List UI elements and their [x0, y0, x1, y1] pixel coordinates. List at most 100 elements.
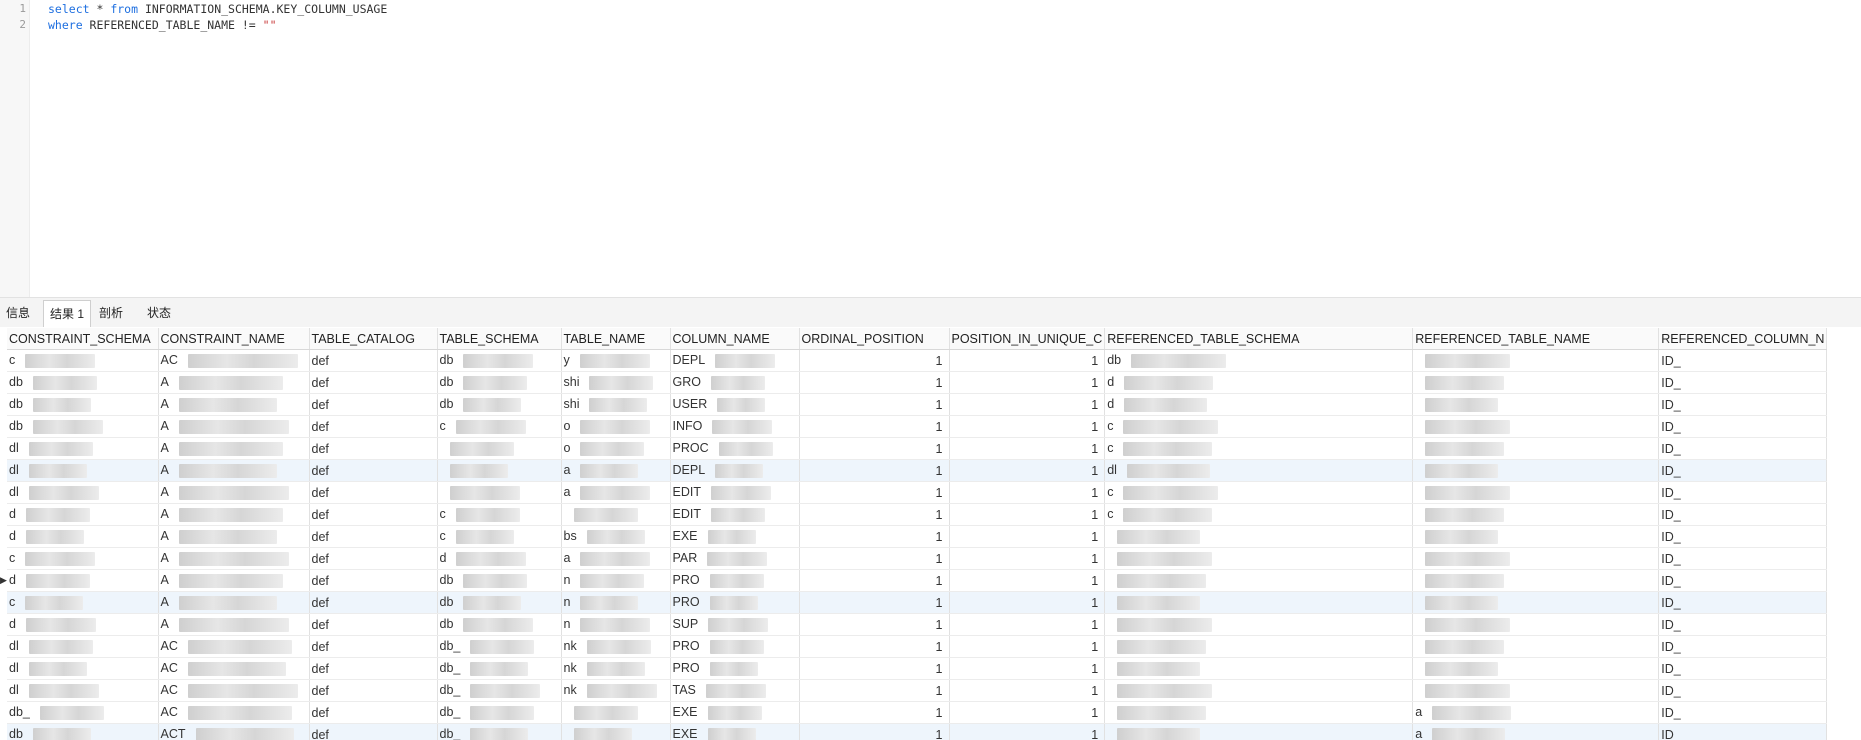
table-cell[interactable]: d: [7, 569, 159, 592]
table-cell[interactable]: [1412, 459, 1660, 482]
table-cell[interactable]: [561, 701, 671, 724]
table-cell[interactable]: A: [158, 371, 310, 394]
table-cell[interactable]: ID_: [1658, 701, 1828, 724]
table-cell[interactable]: db_: [437, 701, 562, 724]
table-cell[interactable]: def: [309, 459, 438, 482]
table-cell[interactable]: PAR: [670, 547, 800, 570]
table-cell[interactable]: [1412, 679, 1660, 702]
table-cell[interactable]: [1104, 569, 1414, 592]
table-cell[interactable]: c: [1104, 481, 1414, 504]
table-cell[interactable]: ID_: [1658, 481, 1828, 504]
table-cell[interactable]: 1: [799, 459, 950, 482]
table-cell[interactable]: dl: [1104, 459, 1414, 482]
table-cell[interactable]: A: [158, 503, 310, 526]
table-cell[interactable]: [1412, 393, 1660, 416]
column-header[interactable]: COLUMN_NAME: [670, 328, 800, 350]
table-cell[interactable]: d: [1104, 371, 1414, 394]
table-cell[interactable]: [1104, 591, 1414, 614]
table-cell[interactable]: db: [7, 371, 159, 394]
table-row[interactable]: c Adef db n PRO 1 1 ID_: [7, 591, 1828, 614]
table-cell[interactable]: def: [309, 657, 438, 680]
table-row[interactable]: db_ AC def db_ EXE 1 1 a ID_: [7, 701, 1828, 724]
table-cell[interactable]: dl: [7, 679, 159, 702]
table-cell[interactable]: c: [7, 547, 159, 570]
table-cell[interactable]: c: [437, 415, 562, 438]
table-cell[interactable]: 1: [799, 635, 950, 658]
table-cell[interactable]: [1104, 635, 1414, 658]
table-row[interactable]: db ACT def db_ EXE 1 1 a ID_: [7, 723, 1828, 740]
table-cell[interactable]: db: [1104, 349, 1414, 372]
column-header[interactable]: TABLE_SCHEMA: [437, 328, 562, 350]
table-cell[interactable]: [1412, 481, 1660, 504]
table-cell[interactable]: def: [309, 679, 438, 702]
table-cell[interactable]: d: [437, 547, 562, 570]
table-cell[interactable]: AC: [158, 635, 310, 658]
table-cell[interactable]: d: [7, 525, 159, 548]
table-cell[interactable]: 1: [799, 503, 950, 526]
table-cell[interactable]: AC: [158, 679, 310, 702]
table-cell[interactable]: 1: [949, 415, 1106, 438]
table-cell[interactable]: def: [309, 547, 438, 570]
table-cell[interactable]: ID_: [1658, 349, 1828, 372]
table-cell[interactable]: A: [158, 547, 310, 570]
table-cell[interactable]: c: [7, 591, 159, 614]
table-cell[interactable]: a: [561, 481, 671, 504]
table-cell[interactable]: [1412, 569, 1660, 592]
table-cell[interactable]: def: [309, 525, 438, 548]
table-cell[interactable]: a: [1412, 723, 1660, 740]
table-cell[interactable]: c: [7, 349, 159, 372]
column-header[interactable]: TABLE_NAME: [561, 328, 671, 350]
table-cell[interactable]: 1: [949, 701, 1106, 724]
table-cell[interactable]: [1104, 613, 1414, 636]
table-cell[interactable]: ID_: [1658, 415, 1828, 438]
table-cell[interactable]: A: [158, 481, 310, 504]
table-cell[interactable]: A: [158, 591, 310, 614]
table-cell[interactable]: [1104, 723, 1414, 740]
table-cell[interactable]: def: [309, 723, 438, 740]
tab-profile[interactable]: 剖析: [93, 301, 129, 325]
table-cell[interactable]: [1412, 635, 1660, 658]
result-grid[interactable]: CONSTRAINT_SCHEMA CONSTRAINT_NAME TABLE_CA…: [0, 327, 1861, 740]
table-cell[interactable]: ID_: [1658, 635, 1828, 658]
table-cell[interactable]: y: [561, 349, 671, 372]
table-row[interactable]: dl AC def db_ nk TAS 1 1 ID_: [7, 679, 1828, 702]
table-cell[interactable]: def: [309, 569, 438, 592]
table-row[interactable]: dl AC def db_ nk PRO 1 1 ID_: [7, 657, 1828, 680]
table-cell[interactable]: 1: [949, 503, 1106, 526]
table-cell[interactable]: 1: [949, 569, 1106, 592]
table-cell[interactable]: 1: [799, 591, 950, 614]
table-cell[interactable]: c: [437, 525, 562, 548]
table-cell[interactable]: EXE: [670, 723, 800, 740]
table-row[interactable]: db Adef db shi USER 1 1 d ID_: [7, 393, 1828, 416]
table-cell[interactable]: dl: [7, 635, 159, 658]
table-cell[interactable]: a: [1412, 701, 1660, 724]
table-cell[interactable]: PRO: [670, 657, 800, 680]
table-row[interactable]: db Adef c o INFO 1 1 c ID_: [7, 415, 1828, 438]
table-row[interactable]: c Adef d a PAR 1 1 ID_: [7, 547, 1828, 570]
table-cell[interactable]: 1: [799, 393, 950, 416]
table-cell[interactable]: ID_: [1658, 371, 1828, 394]
table-cell[interactable]: nk: [561, 657, 671, 680]
table-row[interactable]: d Adef c bs EXE 1 1 ID_: [7, 525, 1828, 548]
table-cell[interactable]: db: [437, 393, 562, 416]
table-cell[interactable]: db: [437, 569, 562, 592]
table-row[interactable]: d Adef db n SUP 1 1 ID_: [7, 613, 1828, 636]
table-cell[interactable]: def: [309, 613, 438, 636]
table-cell[interactable]: 1: [949, 349, 1106, 372]
table-cell[interactable]: db_: [437, 657, 562, 680]
table-cell[interactable]: ACT: [158, 723, 310, 740]
table-cell[interactable]: 1: [949, 437, 1106, 460]
tab-info[interactable]: 信息: [0, 301, 36, 325]
table-cell[interactable]: A: [158, 613, 310, 636]
table-cell[interactable]: AC: [158, 657, 310, 680]
table-cell[interactable]: [1412, 349, 1660, 372]
column-header[interactable]: REFERENCED_TABLE_SCHEMA: [1104, 328, 1414, 350]
column-header[interactable]: TABLE_CATALOG: [309, 328, 438, 350]
table-cell[interactable]: [561, 503, 671, 526]
table-cell[interactable]: d: [7, 613, 159, 636]
table-cell[interactable]: n: [561, 569, 671, 592]
table-cell[interactable]: ID_: [1658, 613, 1828, 636]
table-cell[interactable]: 1: [799, 657, 950, 680]
table-cell[interactable]: 1: [949, 723, 1106, 740]
table-cell[interactable]: db: [7, 415, 159, 438]
